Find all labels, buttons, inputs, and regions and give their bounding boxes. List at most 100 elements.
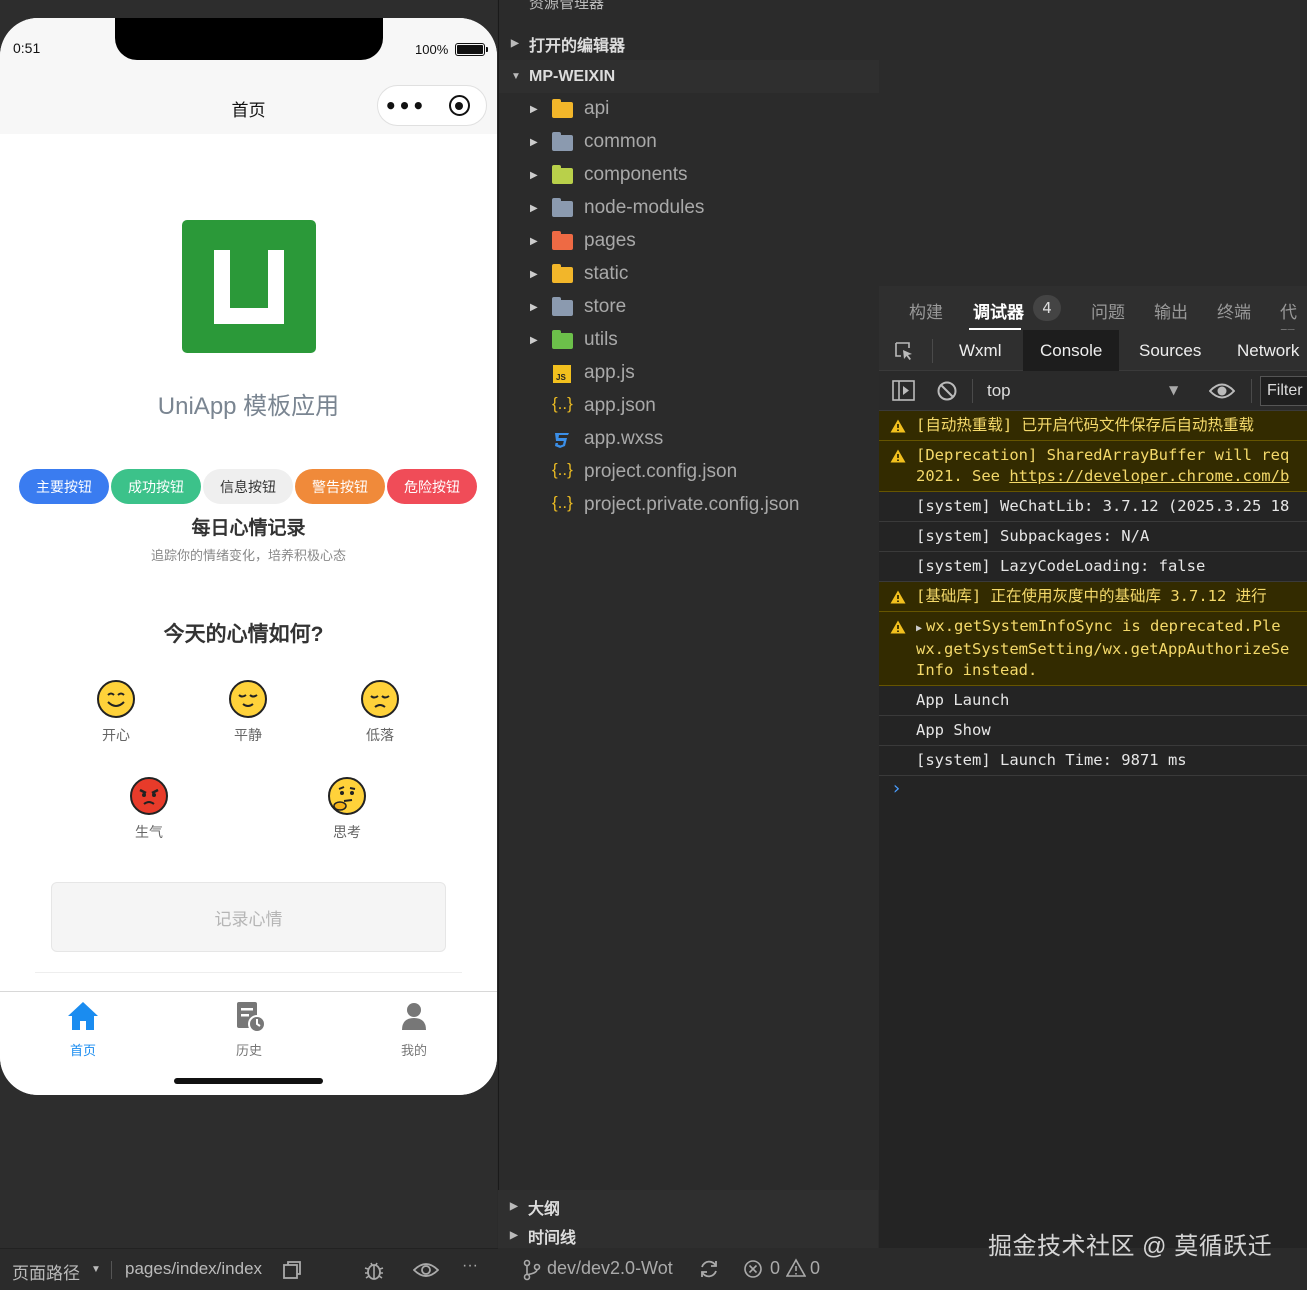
git-branch[interactable]: dev/dev2.0-Wot [547,1258,673,1279]
tree-folder-api[interactable]: ▶ api [499,93,879,126]
console-filter-input[interactable]: Filter [1260,376,1307,406]
thinking-face-icon [328,777,366,815]
success-button[interactable]: 成功按钮 [111,469,201,504]
tree-file-app-json[interactable]: {..} app.json [499,390,879,423]
chevron-right-icon: ▶ [530,269,538,280]
explorer-header: 资源管理器 [529,0,605,12]
timeline-section[interactable]: ▶ 时间线 [498,1223,878,1248]
mood-option-happy[interactable]: 开心 [76,680,156,745]
console-message-info: [system] LazyCodeLoading: false [879,552,1307,582]
tab-sources[interactable]: Sources [1122,330,1218,371]
close-mini-program-button[interactable] [432,95,486,116]
tab-home[interactable]: 首页 [38,998,128,1059]
mood-option-angry[interactable]: 生气 [109,777,189,842]
tab-debugger[interactable]: 调试器 [973,298,1024,323]
more-icon[interactable]: ··· [462,1257,478,1275]
pages-folder-icon [552,231,574,252]
info-button[interactable]: 信息按钮 [203,469,293,504]
utils-folder-icon [552,330,574,351]
console-log: [自动热重载] 已开启代码文件保存后自动热重载 [Deprecation] Sha… [879,411,1307,776]
expand-toggle-icon[interactable]: ▶ [916,623,922,634]
tree-file-project-private-config-json[interactable]: {..} project.private.config.json [499,489,879,522]
tree-file-app-js[interactable]: JS app.js [499,357,879,390]
tab-network[interactable]: Network [1220,330,1307,371]
tree-item-label: app.js [584,362,635,383]
console-link[interactable]: https://developer.chrome.com/b [1009,467,1289,485]
tab-bar: 首页 历史 我的 [0,991,497,1095]
tab-terminal[interactable]: 终端 [1217,298,1251,323]
warning-count: 0 [810,1258,821,1278]
history-icon [237,1002,266,1033]
tab-issues[interactable]: 问题 [1091,298,1125,323]
home-icon [68,1002,98,1030]
mood-option-thinking[interactable]: 思考 [307,777,387,842]
danger-button[interactable]: 危险按钮 [387,469,477,504]
copy-icon[interactable] [281,1259,303,1281]
mood-option-calm[interactable]: 平静 [208,680,288,745]
tab-profile[interactable]: 我的 [369,998,459,1059]
tree-folder-utils[interactable]: ▶ utils [499,324,879,357]
simulator-footer: 页面路径 ▼ pages/index/index ··· [0,1248,498,1290]
console-message-text: 2021. See [916,467,1010,485]
tab-history[interactable]: 历史 [204,998,294,1059]
route-label[interactable]: 页面路径 [12,1259,80,1284]
debug-main-tabs: 构建 调试器 4 问题 输出 终端 代码 [879,286,1307,347]
tab-console[interactable]: Console [1023,330,1120,371]
console-message-warn: [自动热重载] 已开启代码文件保存后自动热重载 [879,411,1307,441]
inspect-element-icon[interactable] [893,340,915,362]
tab-wxml[interactable]: Wxml [942,330,1018,371]
chevron-right-icon: ▶ [530,170,538,181]
context-selector[interactable]: top [987,381,1011,401]
project-section[interactable]: ▼ MP-WEIXIN [499,60,879,93]
clear-console-icon[interactable] [936,380,958,402]
chevron-right-icon: ▶ [530,302,538,313]
warning-icon [890,449,906,463]
console-message-text: [基础库] 正在使用灰度中的基础库 3.7.12 进行 [916,587,1267,605]
mood-option-sad[interactable]: 低落 [340,680,420,745]
tree-folder-store[interactable]: ▶ store [499,291,879,324]
eye-icon[interactable] [413,1259,439,1281]
tree-file-project-config-json[interactable]: {..} project.config.json [499,456,879,489]
console-message-text: App Launch [916,691,1010,709]
eye-icon[interactable] [1209,381,1235,401]
explorer-footer: ▶ 大纲 ▶ 时间线 [498,1190,878,1248]
more-options-button[interactable]: ••• [378,94,432,118]
tree-item-label: components [584,164,688,185]
mood-label: 低落 [366,727,394,743]
watermark: 掘金技术社区 @ 莫循跃迁 [988,1233,1273,1260]
tree-folder-common[interactable]: ▶ common [499,126,879,159]
sync-icon[interactable] [698,1258,720,1280]
tree-folder-static[interactable]: ▶ static [499,258,879,291]
section-label: 打开的编辑器 [529,37,626,55]
sidebar-toggle-icon[interactable] [892,380,916,402]
outline-section[interactable]: ▶ 大纲 [498,1190,878,1223]
chevron-right-icon: ▶ [530,104,538,115]
console-message-warn: [Deprecation] SharedArrayBuffer will req… [879,441,1307,492]
console-prompt[interactable]: › [893,778,900,799]
tab-build[interactable]: 构建 [909,298,943,323]
static-folder-icon [552,264,574,285]
record-mood-button[interactable]: 记录心情 [51,882,446,952]
toolbar-divider [972,379,973,403]
warning-icon [890,590,906,604]
explorer-more-button[interactable]: ··· [835,0,848,6]
js-file-icon: JS [552,364,574,384]
bug-icon[interactable] [363,1259,385,1281]
chevron-down-icon: ▼ [91,1264,101,1275]
tab-output[interactable]: 输出 [1154,298,1188,323]
problems-indicator[interactable]: 0 0 [744,1258,820,1279]
tree-folder-components[interactable]: ▶ components [499,159,879,192]
primary-button[interactable]: 主要按钮 [19,469,109,504]
tree-folder-pages[interactable]: ▶ pages [499,225,879,258]
chevron-right-icon: ▶ [530,203,538,214]
mood-section-subtitle: 追踪你的情绪变化，培养积极心态 [150,548,346,563]
phone-screen: 0:51 100% 首页 ••• UniApp 模板应用 主要按钮 成功按钮 信… [0,18,497,1095]
tree-file-app-wxss[interactable]: app.wxss [499,423,879,456]
console-message-text: [system] Launch Time: 9871 ms [916,751,1187,769]
uniapp-logo-icon [214,250,284,324]
console-message-info: App Launch [879,686,1307,716]
console-message-info: App Show [879,716,1307,746]
open-editors-section[interactable]: ▶ 打开的编辑器 [499,27,879,60]
tree-folder-node-modules[interactable]: ▶ node-modules [499,192,879,225]
warning-button[interactable]: 警告按钮 [295,469,385,504]
